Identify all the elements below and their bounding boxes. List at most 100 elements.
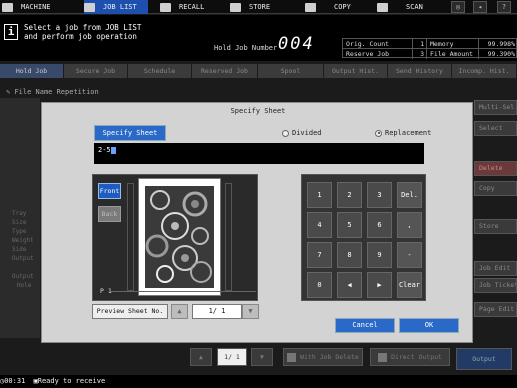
copy-icon (305, 2, 316, 12)
key-9[interactable]: 9 (367, 242, 392, 268)
copy-button[interactable]: Copy (474, 181, 517, 196)
direct-output-checkbox[interactable]: Direct Output (370, 348, 450, 366)
tab-store[interactable]: STORE (230, 0, 290, 14)
scan-icon (377, 2, 388, 12)
output-button[interactable]: Output (456, 348, 512, 370)
cancel-button[interactable]: Cancel (335, 318, 395, 333)
key-8[interactable]: 8 (337, 242, 362, 268)
tab-secure-job[interactable]: Secure Job (64, 64, 128, 78)
preview-sheet-number-button[interactable]: Preview Sheet No. (92, 304, 168, 319)
preview-side-guide-left (127, 183, 134, 291)
output-label-2: Output (12, 273, 34, 280)
status-bar: ◷00:31 ▣Ready to receive (0, 375, 517, 388)
job-ticket-button[interactable]: Job Ticket (474, 278, 517, 293)
tab-scan[interactable]: SCAN (377, 0, 437, 14)
hold-job-number: 004 (278, 34, 315, 54)
key-hyphen[interactable]: - (397, 242, 422, 268)
reserve-job-label: Reserve Job (343, 49, 413, 59)
key-5[interactable]: 5 (337, 212, 362, 238)
file-name-repetition-label: ✎ File Name Repetition (6, 88, 99, 96)
divided-radio[interactable]: Divided (282, 129, 322, 137)
key-right-arrow[interactable]: ▶ (367, 272, 392, 298)
hold-job-label: Hold Job Number (214, 44, 278, 52)
top-navigation: MACHINE JOB LIST RECALL STORE COPY SCAN … (0, 0, 517, 14)
job-edit-button[interactable]: Job Edit (474, 261, 517, 276)
bottom-action-bar: ▲ 1/ 1 ▼ With Job Delete Direct Output O… (185, 348, 517, 372)
machine-icon (2, 2, 13, 12)
tab-hold-job[interactable]: Hold Job (0, 64, 64, 78)
multi-select-button[interactable]: Multi-Sel (474, 100, 517, 115)
key-1[interactable]: 1 (307, 182, 332, 208)
delete-button[interactable]: Delete (474, 161, 517, 176)
info-icon: i (4, 24, 18, 40)
text-caret (110, 146, 116, 154)
status-message: Ready to receive (37, 377, 106, 385)
store-icon (230, 2, 241, 12)
preview-side-guide-right (225, 183, 232, 291)
sheet-range-input[interactable]: 2-5 (94, 143, 424, 164)
page-number-display: 1/ 1 (192, 304, 242, 319)
help-icon[interactable]: ? (497, 1, 511, 13)
replacement-radio[interactable]: Replacement (375, 129, 431, 137)
key-6[interactable]: 6 (367, 212, 392, 238)
front-button[interactable]: Front (98, 183, 121, 199)
size-label: Size (12, 219, 27, 226)
page-indicator: 1/ 1 (217, 348, 247, 366)
tab-copy[interactable]: COPY (305, 0, 360, 14)
numeric-keypad: 1 2 3 Del. 4 5 6 , 7 8 9 - 0 ◀ ▶ Clear (301, 174, 426, 301)
page-up-button[interactable]: ▲ (171, 304, 188, 319)
tab-send-history[interactable]: Send History (388, 64, 452, 78)
status-time: 00:31 (4, 377, 26, 385)
page-edit-button[interactable]: Page Edit (474, 302, 517, 317)
page-down-button[interactable]: ▼ (242, 304, 259, 319)
ok-button[interactable]: OK (399, 318, 459, 333)
tab-schedule[interactable]: Schedule (128, 64, 192, 78)
page-indicator-label: P 1 (100, 287, 112, 295)
dialog-title: Specify Sheet (230, 107, 286, 115)
hole-label: Hole (17, 282, 32, 289)
globe-icon[interactable]: ◎ (451, 1, 465, 13)
key-7[interactable]: 7 (307, 242, 332, 268)
orig-count-value: 1 (413, 39, 427, 48)
tab-spool[interactable]: Spool (258, 64, 324, 78)
memory-label: Memory (427, 39, 479, 48)
tab-recall[interactable]: RECALL (160, 0, 220, 14)
key-3[interactable]: 3 (367, 182, 392, 208)
specify-sheet-button[interactable]: Specify Sheet (94, 125, 166, 141)
key-clear[interactable]: Clear (397, 272, 422, 298)
preview-divider (111, 291, 256, 292)
key-0[interactable]: 0 (307, 272, 332, 298)
checkbox-icon (378, 352, 388, 362)
type-label: Type (12, 228, 27, 235)
tab-incomp-hist[interactable]: Incomp. Hist. (452, 64, 517, 78)
radio-icon (282, 129, 289, 137)
specify-sheet-dialog: Specify Sheet Specify Sheet Divided Repl… (41, 102, 473, 343)
store-button[interactable]: Store (474, 219, 517, 234)
key-delete[interactable]: Del. (397, 182, 422, 208)
checkbox-icon (287, 352, 297, 362)
tab-machine[interactable]: MACHINE (2, 0, 57, 14)
tray-label: Tray (12, 210, 27, 217)
with-job-delete-checkbox[interactable]: With Job Delete (283, 348, 363, 366)
key-4[interactable]: 4 (307, 212, 332, 238)
tab-reserved-job[interactable]: Reserved Job (192, 64, 258, 78)
key-comma[interactable]: , (397, 212, 422, 238)
preview-paper (138, 178, 221, 296)
prev-page-button[interactable]: ▲ (190, 348, 212, 366)
back-button[interactable]: Back (98, 206, 121, 222)
job-list-subtabs: Hold Job Secure Job Schedule Reserved Jo… (0, 64, 517, 78)
message-line-2: and perform job operation (24, 32, 137, 41)
side-label: Side (12, 246, 27, 253)
volume-icon[interactable]: ◂ (473, 1, 487, 13)
status-panel: Orig. Count 1 Memory 99.998% Reserve Job… (342, 38, 517, 59)
key-2[interactable]: 2 (337, 182, 362, 208)
weight-label: Weight (12, 237, 34, 244)
orig-count-label: Orig. Count (343, 39, 413, 48)
job-list-icon (84, 2, 95, 12)
tab-output-hist[interactable]: Output Hist. (324, 64, 388, 78)
file-amount-label: File Amount (427, 49, 479, 59)
select-button[interactable]: Select (474, 121, 517, 136)
next-page-button[interactable]: ▼ (251, 348, 273, 366)
tab-job-list[interactable]: JOB LIST (84, 0, 148, 14)
key-left-arrow[interactable]: ◀ (337, 272, 362, 298)
